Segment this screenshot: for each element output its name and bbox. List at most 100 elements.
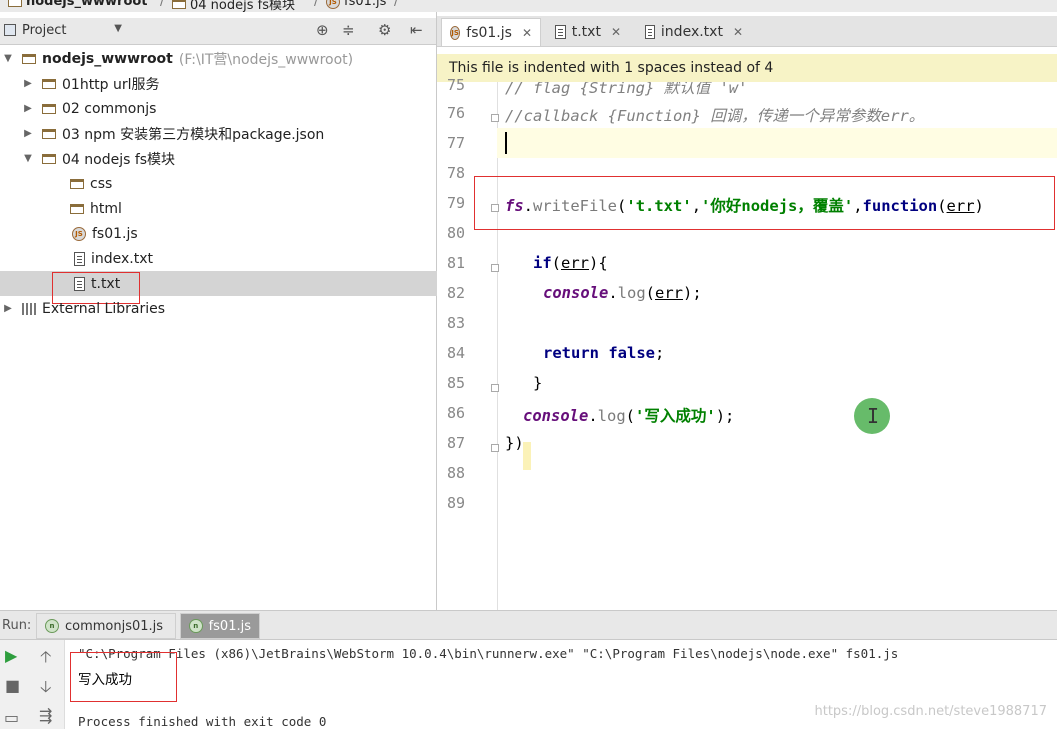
line-number: 77 <box>446 134 465 152</box>
line-number: 76 <box>446 104 465 122</box>
run-console: ▶ ■ ▭ 🡡 🡣 ⇶ "C:\Program Files (x86)\JetB… <box>0 640 1057 729</box>
project-panel-header: Project ▼ ⊕ ≑ ⚙ ⇤ <box>0 18 436 45</box>
run-icon[interactable]: ▶ <box>5 646 17 665</box>
breadcrumb-separator: / <box>314 0 319 9</box>
collapse-arrow-icon[interactable]: ▶ <box>22 103 34 114</box>
chevron-down-icon: ▼ <box>114 23 122 34</box>
collapse-arrow-icon[interactable]: ▶ <box>22 128 34 139</box>
tree-item-02commonjs[interactable]: ▶ 02 commonjs <box>0 96 458 121</box>
line-number: 79 <box>446 194 465 212</box>
folder-icon <box>22 53 36 64</box>
project-panel: Project ▼ ⊕ ≑ ⚙ ⇤ ▼ nodejs_wwwroot (F:\I… <box>0 12 510 610</box>
tree-item-03npm[interactable]: ▶ 03 npm 安装第三方模块和package.json <box>0 121 458 146</box>
highlight-box <box>70 652 177 702</box>
line-number: 86 <box>446 404 465 422</box>
code-line-81: if(err){ <box>533 254 608 272</box>
breadcrumb-separator: / <box>160 0 165 9</box>
line-number: 88 <box>446 464 465 482</box>
breadcrumb-item-file[interactable]: JS fs01.js <box>326 0 386 9</box>
highlight-box <box>474 176 1055 230</box>
close-icon[interactable]: ✕ <box>611 25 621 39</box>
line-number: 87 <box>446 434 465 452</box>
line-number: 78 <box>446 164 465 182</box>
console-line-command: "C:\Program Files (x86)\JetBrains\WebSto… <box>78 646 899 661</box>
current-line-highlight <box>497 128 1057 158</box>
node-icon: n <box>189 619 203 633</box>
folder-icon <box>8 0 22 7</box>
tab-fs01-js[interactable]: JS fs01.js ✕ <box>441 18 541 46</box>
run-toolbar: ▶ ■ ▭ 🡡 🡣 ⇶ <box>0 640 65 729</box>
arrow-up-icon[interactable]: 🡡 <box>40 646 52 673</box>
brace-match-highlight <box>523 442 531 470</box>
collapse-arrow-icon[interactable]: ▶ <box>22 78 34 89</box>
breadcrumb: nodejs_wwwroot / 04 nodejs fs模块 / JS fs01… <box>0 0 1057 12</box>
run-tab-fs01[interactable]: n fs01.js <box>180 613 260 639</box>
run-tab-commonjs01[interactable]: n commonjs01.js <box>36 613 176 639</box>
editor-tabs: JS fs01.js ✕ t.txt ✕ index.txt ✕ <box>437 16 1057 47</box>
close-icon[interactable]: ✕ <box>733 25 743 39</box>
text-cursor-icon: I <box>867 404 880 428</box>
locate-icon[interactable]: ⊕ <box>316 21 329 39</box>
indentation-notice: This file is indented with 1 spaces inst… <box>437 54 1057 82</box>
gear-icon[interactable]: ⚙ <box>378 21 391 39</box>
project-view-selector[interactable]: Project ▼ <box>4 20 124 40</box>
expand-arrow-icon[interactable]: ▼ <box>22 153 34 164</box>
tree-item-css[interactable]: css <box>0 171 506 196</box>
run-panel-tabs: Run: n commonjs01.js n fs01.js <box>0 610 1057 640</box>
line-number: 75 <box>446 76 465 94</box>
arrow-down-icon[interactable]: 🡣 <box>40 676 52 703</box>
line-number: 83 <box>446 314 465 332</box>
breadcrumb-item-folder[interactable]: 04 nodejs fs模块 <box>172 0 295 12</box>
hide-panel-icon[interactable]: ⇤ <box>410 21 423 39</box>
folder-icon <box>42 153 56 164</box>
js-file-icon: JS <box>450 25 461 40</box>
code-area[interactable]: // flag {String} 默认值 'w' //callback {Fun… <box>497 82 1057 610</box>
line-number: 84 <box>446 344 465 362</box>
breadcrumb-item-root[interactable]: nodejs_wwwroot <box>8 0 148 9</box>
tree-item-index-txt[interactable]: index.txt <box>0 246 510 271</box>
stop-icon[interactable]: ■ <box>5 676 20 695</box>
tree-item-html[interactable]: html <box>0 196 506 221</box>
tree-item-fs01-js[interactable]: JS fs01.js <box>0 221 508 246</box>
line-number: 80 <box>446 224 465 242</box>
project-icon <box>4 24 16 36</box>
line-number: 82 <box>446 284 465 302</box>
code-line-75: // flag {String} 默认值 'w' <box>505 82 748 97</box>
tab-t-txt[interactable]: t.txt ✕ <box>547 18 629 46</box>
text-cursor <box>505 132 507 154</box>
line-number: 81 <box>446 254 465 272</box>
breadcrumb-separator: / <box>394 0 399 9</box>
code-line-84: return false; <box>543 344 665 362</box>
code-line-87: }) <box>505 434 524 452</box>
library-icon <box>22 302 36 315</box>
text-file-icon <box>645 25 655 39</box>
js-file-icon: JS <box>326 0 340 9</box>
tab-index-txt[interactable]: index.txt ✕ <box>637 18 751 46</box>
watermark: https://blog.csdn.net/steve1988717 <box>814 704 1047 719</box>
folder-icon <box>42 78 56 89</box>
tree-item-nodejs-wwwroot[interactable]: ▼ nodejs_wwwroot (F:\IT营\nodejs_wwwroot) <box>0 46 438 71</box>
node-icon: n <box>45 619 59 633</box>
line-number-gutter: 75 76 77 78 79 80 81 82 83 84 85 86 87 8… <box>437 76 499 610</box>
tree-item-04fs[interactable]: ▼ 04 nodejs fs模块 <box>0 146 458 171</box>
js-file-icon: JS <box>72 226 86 241</box>
line-number: 89 <box>446 494 465 512</box>
tree-item-external-libraries[interactable]: ▶ External Libraries <box>0 296 438 321</box>
code-line-82: console.log(err); <box>543 284 702 302</box>
editor: JS fs01.js ✕ t.txt ✕ index.txt ✕ This fi… <box>437 12 1057 610</box>
line-number: 85 <box>446 374 465 392</box>
code-line-76: //callback {Function} 回调，传递一个异常参数err。 <box>505 107 925 125</box>
close-icon[interactable]: ✕ <box>522 26 532 40</box>
code-line-86: console.log('写入成功'); <box>523 407 735 425</box>
layout-icon[interactable]: ▭ <box>4 708 19 727</box>
folder-icon <box>70 178 84 189</box>
collapse-arrow-icon[interactable]: ▶ <box>2 303 14 314</box>
code-line-85: } <box>533 374 543 392</box>
wrap-icon[interactable]: ⇶ <box>39 706 52 725</box>
folder-icon <box>42 128 56 139</box>
tree-item-01http[interactable]: ▶ 01http url服务 <box>0 71 458 96</box>
collapse-all-icon[interactable]: ≑ <box>342 21 355 39</box>
expand-arrow-icon[interactable]: ▼ <box>2 53 14 64</box>
text-file-icon <box>555 25 566 39</box>
console-line-exit: Process finished with exit code 0 <box>78 714 327 729</box>
